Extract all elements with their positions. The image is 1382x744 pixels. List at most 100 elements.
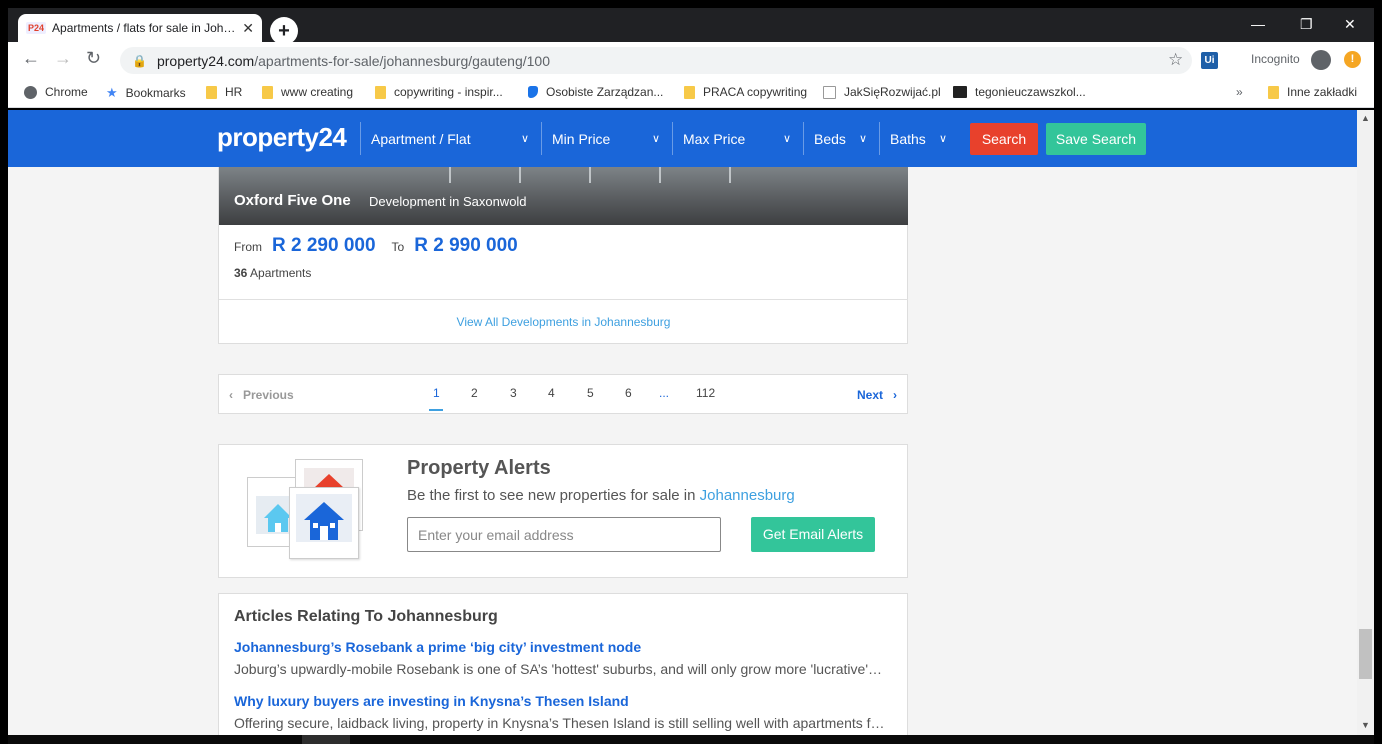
page-1-link[interactable]: 1 xyxy=(433,386,440,400)
forward-arrow-icon[interactable]: → xyxy=(54,48,72,69)
current-page-underline xyxy=(429,409,443,411)
scrollbar-thumb[interactable] xyxy=(1359,629,1372,679)
bookmark-item[interactable]: HR xyxy=(206,85,242,99)
tab-title: Apartments / flats for sale in Joh… xyxy=(52,21,236,35)
chevron-down-icon: ∨ xyxy=(858,133,867,145)
scroll-up-icon[interactable]: ▲ xyxy=(1361,113,1370,123)
development-name: Oxford Five One xyxy=(234,192,351,209)
screen: P24 Apartments / flats for sale in Joh… … xyxy=(0,0,1382,744)
page-5-link[interactable]: 5 xyxy=(587,386,594,400)
page-2-link[interactable]: 2 xyxy=(471,386,478,400)
alerts-city-link[interactable]: Johannesburg xyxy=(700,487,795,504)
bookmark-item[interactable]: Inne zakładki xyxy=(1268,85,1357,99)
folder-icon xyxy=(206,85,217,99)
article-title-link[interactable]: Johannesburg’s Rosebank a prime ‘big cit… xyxy=(234,639,894,655)
url-host: property24.com xyxy=(156,52,255,69)
url-path: /apartments-for-sale/johannesburg/gauten… xyxy=(254,52,550,69)
to-price: R 2 990 000 xyxy=(414,235,518,256)
bookmark-star-icon[interactable]: ☆ xyxy=(1168,50,1183,70)
bookmarks-bar: Chrome ★ Bookmarks HR www creating copywr… xyxy=(8,78,1374,108)
site-header: property24 Apartment / Flat ∨ Min Price ∨ … xyxy=(8,110,1357,167)
folder-icon xyxy=(684,85,695,99)
folder-icon xyxy=(262,85,273,99)
baths-select[interactable]: Baths ∨ xyxy=(879,122,959,155)
articles-heading: Articles Relating To Johannesburg xyxy=(234,608,498,625)
folder-icon xyxy=(375,85,386,99)
chrome-icon xyxy=(24,85,37,99)
email-input[interactable] xyxy=(407,517,721,552)
apartments-count: 36 Apartments xyxy=(234,266,312,280)
bookmark-item[interactable]: copywriting - inspir... xyxy=(375,85,503,99)
property-type-select[interactable]: Apartment / Flat ∨ xyxy=(360,122,541,155)
page-6-link[interactable]: 6 xyxy=(625,386,632,400)
star-icon: ★ xyxy=(106,85,118,100)
previous-page-button[interactable]: ‹ Previous xyxy=(229,388,294,402)
close-window-icon[interactable]: ✕ xyxy=(1344,16,1356,33)
close-tab-icon[interactable]: ✕ xyxy=(242,20,254,37)
article-description: Offering secure, laidback living, proper… xyxy=(234,715,885,731)
page-4-link[interactable]: 4 xyxy=(548,386,555,400)
beds-select[interactable]: Beds ∨ xyxy=(803,122,879,155)
max-price-select[interactable]: Max Price ∨ xyxy=(672,122,803,155)
view-all-developments-link[interactable]: View All Developments in Johannesburg xyxy=(219,315,908,329)
article-item: Johannesburg’s Rosebank a prime ‘big cit… xyxy=(234,639,894,677)
articles-panel: Articles Relating To Johannesburg Johann… xyxy=(218,593,908,735)
article-item: Why luxury buyers are investing in Knysn… xyxy=(234,693,894,731)
search-button[interactable]: Search xyxy=(970,123,1038,155)
next-page-button[interactable]: Next › xyxy=(857,388,897,402)
page-112-link[interactable]: 112 xyxy=(696,386,715,400)
bookmark-item[interactable]: ★ Bookmarks xyxy=(106,85,186,101)
chevron-down-icon: ∨ xyxy=(938,133,947,145)
lock-icon: 🔒 xyxy=(132,53,147,68)
incognito-label: Incognito xyxy=(1251,52,1300,66)
reload-icon[interactable]: ↻ xyxy=(86,48,101,69)
back-arrow-icon[interactable]: ← xyxy=(22,48,40,69)
os-taskbar xyxy=(8,735,1374,744)
drop-icon xyxy=(528,86,538,98)
incognito-icon[interactable] xyxy=(1311,50,1331,70)
development-image[interactable]: Oxford Five One Development in Saxonwold xyxy=(219,167,908,225)
browser-tab[interactable]: P24 Apartments / flats for sale in Joh… … xyxy=(18,14,262,42)
get-email-alerts-button[interactable]: Get Email Alerts xyxy=(751,517,875,552)
scroll-down-icon[interactable]: ▼ xyxy=(1361,720,1370,730)
property24-favicon-icon: P24 xyxy=(26,22,47,34)
property24-logo[interactable]: property24 xyxy=(217,122,347,153)
page-ellipsis: ... xyxy=(659,386,670,400)
price-range: From R 2 290 000 To R 2 990 000 xyxy=(234,235,534,257)
new-tab-button[interactable]: + xyxy=(270,17,298,45)
from-label: From xyxy=(234,240,262,254)
browser-toolbar: ← → ↻ 🔒 property24.com/apartments-for-sa… xyxy=(8,42,1374,78)
save-search-button[interactable]: Save Search xyxy=(1046,123,1146,155)
bookmark-item[interactable]: www creating xyxy=(262,85,353,99)
bookmark-item[interactable]: Chrome xyxy=(24,85,88,99)
chevron-down-icon: ∨ xyxy=(782,133,791,145)
article-title-link[interactable]: Why luxury buyers are investing in Knysn… xyxy=(234,693,894,709)
uipath-extension-icon[interactable]: Ui xyxy=(1201,52,1218,69)
alerts-title: Property Alerts xyxy=(407,457,551,479)
house-alerts-icon xyxy=(247,459,367,563)
min-price-select[interactable]: Min Price ∨ xyxy=(541,122,672,155)
browser-titlebar: P24 Apartments / flats for sale in Joh… … xyxy=(8,8,1374,45)
divider xyxy=(219,299,908,300)
update-alert-icon[interactable]: ! xyxy=(1344,51,1361,68)
bookmark-item[interactable]: tegonieuczawszkol... xyxy=(953,85,1086,99)
development-card[interactable]: Oxford Five One Development in Saxonwold… xyxy=(218,167,908,344)
development-subtitle: Development in Saxonwold xyxy=(369,194,527,209)
address-bar[interactable]: 🔒 property24.com/apartments-for-sale/joh… xyxy=(120,47,1192,74)
bookmark-item[interactable]: Osobiste Zarządzan... xyxy=(528,85,663,99)
chevron-down-icon: ∨ xyxy=(520,133,529,145)
lightbulb-icon xyxy=(823,85,836,99)
bookmark-item[interactable]: PRACA copywriting xyxy=(684,85,807,99)
chevron-down-icon: ∨ xyxy=(651,133,660,145)
article-description: Joburg’s upwardly-mobile Rosebank is one… xyxy=(234,661,882,677)
alerts-subtitle: Be the first to see new properties for s… xyxy=(407,487,795,504)
from-price: R 2 290 000 xyxy=(272,235,376,256)
more-bookmarks-button[interactable]: » xyxy=(1236,85,1243,99)
bookmark-item[interactable]: JakSięRozwijać.pl xyxy=(823,85,941,99)
minimize-icon[interactable]: — xyxy=(1251,16,1265,32)
page-content: Oxford Five One Development in Saxonwold… xyxy=(8,167,1357,735)
page-3-link[interactable]: 3 xyxy=(510,386,517,400)
property-alerts-panel: Property Alerts Be the first to see new … xyxy=(218,444,908,578)
folder-icon xyxy=(1268,85,1279,99)
restore-icon[interactable]: ❐ xyxy=(1300,16,1313,33)
